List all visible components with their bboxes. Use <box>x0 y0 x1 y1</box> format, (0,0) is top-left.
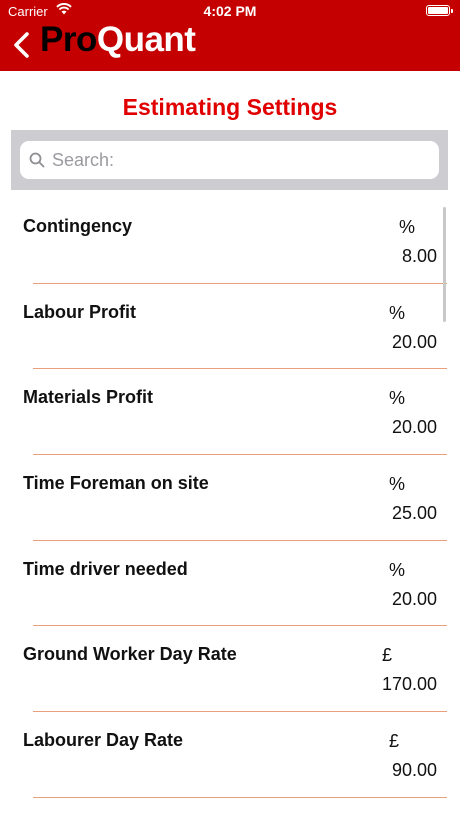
setting-value[interactable]: 90.00 <box>392 760 437 781</box>
search-bar <box>11 130 448 190</box>
setting-unit: £ <box>389 731 400 752</box>
search-input[interactable] <box>52 141 432 179</box>
logo-pro-text: Pro <box>40 20 97 59</box>
search-field[interactable] <box>20 141 439 179</box>
setting-value[interactable]: 170.00 <box>382 674 437 695</box>
list-item[interactable]: Labourer Day Rate £ 90.00 <box>0 712 460 798</box>
navigation-bar: Carrier 4:02 PM ProQuant <box>0 0 460 71</box>
status-time: 4:02 PM <box>203 3 257 19</box>
logo-quant-text: Quant <box>96 20 196 59</box>
setting-unit: % <box>389 302 406 323</box>
setting-unit: % <box>389 474 406 495</box>
scrollbar[interactable] <box>443 207 446 322</box>
setting-label: Ground Worker Day Rate <box>23 644 237 665</box>
list-item[interactable]: Contingency % 8.00 <box>0 198 460 284</box>
setting-unit: £ <box>382 645 393 666</box>
battery-icon <box>426 5 453 16</box>
setting-label: Materials Profit <box>23 387 154 408</box>
setting-label: Contingency <box>23 216 133 236</box>
setting-label: Labour Profit <box>23 301 136 322</box>
settings-list: Contingency % 8.00 Labour Profit % 20.00… <box>0 198 460 798</box>
back-chevron-icon[interactable] <box>10 30 34 60</box>
page-title: Estimating Settings <box>122 94 338 120</box>
setting-label: Time Foreman on site <box>23 473 209 494</box>
list-item[interactable]: Time driver needed % 20.00 <box>0 541 460 627</box>
setting-unit: % <box>399 217 416 237</box>
setting-value[interactable]: 20.00 <box>392 417 437 438</box>
list-item[interactable]: Labour Profit % 20.00 <box>0 284 460 370</box>
list-item[interactable]: Materials Profit % 20.00 <box>0 369 460 456</box>
row-divider <box>33 796 447 798</box>
setting-value[interactable]: 20.00 <box>392 332 437 353</box>
setting-label: Labourer Day Rate <box>23 730 184 751</box>
list-item[interactable]: Time Foreman on site % 25.00 <box>0 455 460 541</box>
proquant-logo: ProQuant <box>40 20 196 60</box>
setting-value[interactable]: 25.00 <box>392 503 437 524</box>
setting-unit: % <box>389 559 406 580</box>
setting-value[interactable]: 8.00 <box>402 246 437 267</box>
search-icon <box>29 152 45 168</box>
setting-unit: % <box>389 388 406 409</box>
setting-value[interactable]: 20.00 <box>392 589 437 610</box>
setting-label: Time driver needed <box>23 558 188 579</box>
list-item[interactable]: Ground Worker Day Rate £ 170.00 <box>0 626 460 713</box>
